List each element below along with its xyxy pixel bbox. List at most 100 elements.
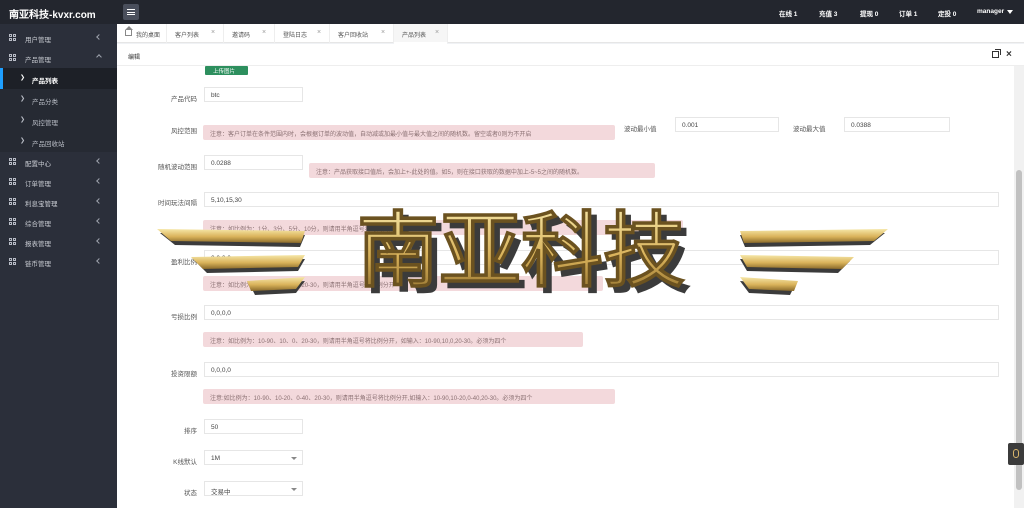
stat-recharge[interactable]: 充值 3	[819, 8, 837, 18]
tab-customer-list[interactable]: 客户列表 ×	[167, 24, 224, 43]
input-value: btc	[211, 92, 220, 99]
chevron-left-icon	[96, 178, 102, 184]
sidebar-item-interest[interactable]: 利息宝管理	[0, 192, 117, 212]
sidebar-subitem-risk-control[interactable]: ❯ 风控管理	[0, 110, 117, 131]
chevron-right-icon: ❯	[20, 117, 26, 123]
invest-limit-label: 投资限额	[171, 371, 197, 378]
chevron-left-icon	[96, 258, 102, 264]
upload-image-button[interactable]: 上传图片	[205, 66, 248, 75]
input-value: 5,10,15,30	[211, 197, 242, 204]
min-value-label: 波动最小值	[624, 126, 657, 133]
tab-desktop[interactable]: 我的桌面	[117, 24, 167, 43]
chevron-right-icon: ❯	[20, 75, 26, 81]
chevron-left-icon	[96, 198, 102, 204]
profit-ratio-input[interactable]: 0,0,0,0	[204, 250, 999, 265]
input-value: 0.0288	[211, 160, 231, 167]
user-menu[interactable]: manager	[977, 8, 1004, 15]
sidebar-item-label: 配置中心	[25, 161, 51, 168]
tab-label: 登陆日志	[283, 33, 308, 39]
grid-icon	[9, 238, 16, 245]
sort-label: 排序	[184, 428, 197, 435]
max-value-input[interactable]: 0.0388	[844, 117, 950, 132]
note-text: 注意：如比例为：10-90、10、0、20-30，则请用半角逗号将比例分开	[210, 283, 395, 289]
tab-customer-recycle[interactable]: 客户回收站 ×	[330, 24, 394, 43]
product-code-input[interactable]: btc	[204, 87, 303, 102]
sidebar-item-chain-coin[interactable]: 链币管理	[0, 252, 117, 272]
sidebar-item-users[interactable]: 用户管理	[0, 28, 117, 48]
close-icon[interactable]: ×	[317, 29, 321, 36]
sidebar-subitem-product-category[interactable]: ❯ 产品分类	[0, 89, 117, 110]
invest-limit-note: 注意:如比例为：10-90、10-20、0-40、20-30，则请用半角逗号将比…	[203, 389, 615, 404]
status-select[interactable]: 交易中	[204, 481, 303, 496]
top-bar: 南亚科技-kvxr.com 在线 1 充值 3 提现 0 订单 1 定投 0 m…	[0, 0, 1024, 24]
input-value: 0,0,0,0	[211, 255, 231, 262]
random-range-label: 随机波动范围	[158, 164, 197, 171]
close-icon[interactable]: ×	[262, 29, 266, 36]
input-value: 0,0,0,0	[211, 310, 231, 317]
brand-title: 南亚科技-kvxr.com	[9, 10, 96, 21]
sidebar-item-general[interactable]: 综合管理	[0, 212, 117, 232]
note-text: 注意：如比例为：10-90、10、0、20-30，则请用半角逗号将比例分开，如输…	[210, 339, 507, 345]
loss-ratio-input[interactable]: 0,0,0,0	[204, 305, 999, 320]
chevron-right-icon: ❯	[20, 138, 26, 144]
sidebar-item-label: 报表管理	[25, 241, 51, 248]
random-range-note: 注意：产品获取接口值后，会加上+-此处的值。如5，则在接口获取的数据中加上-5~…	[309, 163, 655, 178]
stat-withdraw[interactable]: 提现 0	[860, 8, 878, 18]
stat-orders[interactable]: 订单 1	[899, 8, 917, 18]
select-value: 1M	[211, 455, 221, 462]
chevron-right-icon: ❯	[20, 96, 26, 102]
sidebar-item-config[interactable]: 配置中心	[0, 152, 117, 172]
kline-default-select[interactable]: 1M	[204, 450, 303, 465]
menu-toggle-button[interactable]	[123, 4, 139, 20]
sidebar-item-reports[interactable]: 报表管理	[0, 232, 117, 252]
close-icon[interactable]: ×	[1006, 49, 1012, 60]
grid-icon	[9, 218, 16, 225]
risk-range-label: 风控范围	[171, 128, 197, 135]
caret-down-icon[interactable]	[1007, 10, 1013, 14]
tab-product-list[interactable]: 产品列表 ×	[394, 24, 448, 44]
sidebar-subitem-label: 产品列表	[32, 78, 58, 85]
select-value: 交易中	[211, 489, 231, 496]
tab-invite-code[interactable]: 邀请码 ×	[224, 24, 275, 43]
input-value: 0.001	[682, 122, 699, 129]
tab-label: 产品列表	[402, 33, 427, 39]
stat-online[interactable]: 在线 1	[779, 8, 797, 18]
tab-label: 我的桌面	[136, 33, 161, 39]
tab-label: 邀请码	[232, 33, 251, 39]
close-icon[interactable]: ×	[435, 29, 439, 36]
edit-form: 上传图片 产品代码 btc 风控范围 注意：客户订单在条件范围内时，会根据订单的…	[117, 66, 1014, 508]
floating-widget[interactable]	[1008, 443, 1024, 465]
sidebar-subitem-label: 产品分类	[32, 99, 58, 106]
random-range-input[interactable]: 0.0288	[204, 155, 303, 170]
sidebar-subitem-product-list[interactable]: ❯ 产品列表	[0, 68, 117, 89]
sidebar-item-label: 综合管理	[25, 221, 51, 228]
chevron-left-icon	[96, 34, 102, 40]
sidebar-item-products[interactable]: 产品管理	[0, 48, 117, 68]
loss-ratio-note: 注意：如比例为：10-90、10、0、20-30，则请用半角逗号将比例分开，如输…	[203, 332, 583, 347]
close-icon[interactable]: ×	[211, 29, 215, 36]
input-value: 0.0388	[851, 122, 871, 129]
note-text: 注意:如比例为：10-90、10-20、0-40、20-30，则请用半角逗号将比…	[210, 396, 533, 402]
restore-window-icon[interactable]	[992, 49, 1001, 58]
tab-login-log[interactable]: 登陆日志 ×	[275, 24, 330, 43]
sidebar-item-orders[interactable]: 订单管理	[0, 172, 117, 192]
invest-limit-input[interactable]: 0,0,0,0	[204, 362, 999, 377]
sidebar: 用户管理 产品管理 ❯ 产品列表 ❯ 产品分类 ❯ 风控管理 ❯ 产品回收站 配…	[0, 24, 117, 508]
chevron-left-icon	[96, 218, 102, 224]
grid-icon	[9, 198, 16, 205]
sidebar-subitem-label: 风控管理	[32, 120, 58, 127]
grid-icon	[9, 34, 16, 41]
min-value-input[interactable]: 0.001	[675, 117, 779, 132]
scrollbar-thumb[interactable]	[1016, 170, 1022, 490]
grid-icon	[9, 158, 16, 165]
menu-icon	[127, 9, 135, 15]
upload-label: 上传图片	[213, 69, 236, 75]
grid-icon	[9, 258, 16, 265]
close-icon[interactable]: ×	[381, 29, 385, 36]
stat-investment[interactable]: 定投 0	[938, 8, 956, 18]
sort-input[interactable]: 50	[204, 419, 303, 434]
max-value-label: 波动最大值	[793, 126, 826, 133]
time-interval-note: 注意：如比例为：1分、3分、5分、10分，则请用半角逗号将时间间隔隔开	[203, 220, 683, 235]
time-interval-input[interactable]: 5,10,15,30	[204, 192, 999, 207]
sidebar-subitem-product-recycle[interactable]: ❯ 产品回收站	[0, 131, 117, 152]
